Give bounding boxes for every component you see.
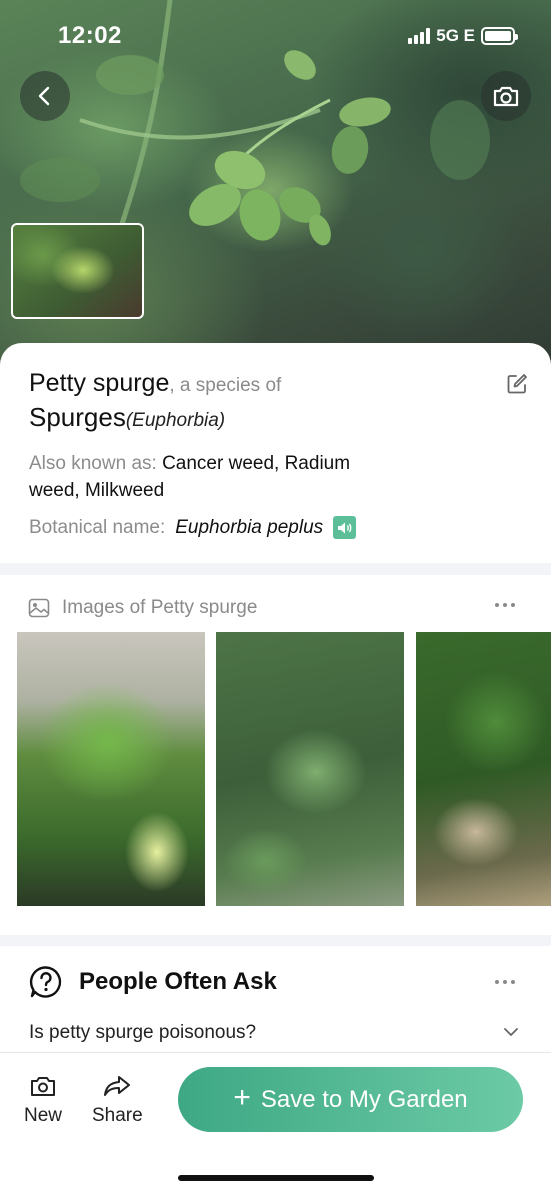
edit-icon[interactable]	[505, 372, 529, 396]
species-of-text: , a species of	[169, 375, 282, 396]
share-label: Share	[92, 1105, 143, 1126]
images-section-header: Images of Petty spurge	[28, 597, 257, 619]
botanical-value: Euphorbia peplus	[175, 516, 324, 538]
plant-genus[interactable]: Spurges	[29, 402, 126, 432]
share-button[interactable]: Share	[92, 1075, 143, 1127]
bottom-action-bar: New Share + Save to My Garden	[0, 1052, 551, 1193]
new-label: New	[24, 1105, 63, 1126]
question-item[interactable]: Is petty spurge poisonous?	[29, 1022, 256, 1044]
save-to-garden-button[interactable]: + Save to My Garden	[178, 1067, 523, 1132]
status-indicators: 5G E	[408, 26, 518, 46]
new-button[interactable]: New	[24, 1075, 62, 1127]
back-button[interactable]	[20, 71, 70, 121]
plus-icon: +	[233, 1081, 251, 1114]
plant-common-name: Petty spurge	[29, 369, 170, 397]
chevron-down-icon[interactable]	[503, 1026, 519, 1038]
save-label: Save to My Garden	[260, 1085, 468, 1113]
signal-icon	[408, 28, 431, 44]
botanical-label: Botanical name:	[29, 516, 166, 538]
also-known-as: Also known as: Cancer weed, Radium weed,…	[29, 450, 389, 504]
plant-genus-latin: (Euphorbia)	[125, 410, 226, 431]
status-bar: 12:02 5G E	[0, 0, 551, 72]
speaker-icon	[337, 522, 352, 533]
network-type: 5G E	[436, 26, 475, 45]
images-more-button[interactable]	[495, 603, 515, 607]
speaker-button[interactable]	[333, 516, 357, 539]
camera-icon	[31, 1077, 55, 1096]
hero-image: 12:02 5G E	[0, 0, 551, 380]
ask-more-button[interactable]	[495, 980, 515, 984]
plant-photo[interactable]	[416, 632, 551, 906]
camera-button[interactable]	[481, 71, 531, 121]
question-circle-icon	[29, 966, 62, 998]
plant-name-row: Petty spurge, a species of	[29, 369, 499, 398]
plant-info-card: Petty spurge, a species of Spurges(Eupho…	[0, 343, 551, 563]
photo-thumbnail[interactable]	[11, 223, 144, 319]
camera-icon	[493, 86, 519, 107]
plant-genus-row[interactable]: Spurges(Euphorbia)	[29, 402, 225, 433]
plant-photo[interactable]	[216, 632, 404, 906]
section-divider	[0, 563, 551, 575]
plant-photo[interactable]	[17, 632, 205, 906]
images-carousel[interactable]	[17, 632, 551, 906]
section-divider	[0, 935, 551, 946]
ask-section-title: People Often Ask	[79, 968, 277, 995]
botanical-name: Botanical name: Euphorbia peplus	[29, 516, 357, 539]
ask-section-header: People Often Ask	[29, 965, 277, 999]
images-section-title: Images of Petty spurge	[62, 597, 258, 618]
also-known-label: Also known as:	[29, 453, 157, 474]
home-indicator[interactable]	[178, 1175, 374, 1181]
share-icon	[104, 1076, 131, 1096]
status-time: 12:02	[58, 22, 122, 49]
chevron-left-icon	[38, 86, 50, 106]
image-icon	[28, 598, 50, 618]
battery-icon	[481, 27, 518, 45]
